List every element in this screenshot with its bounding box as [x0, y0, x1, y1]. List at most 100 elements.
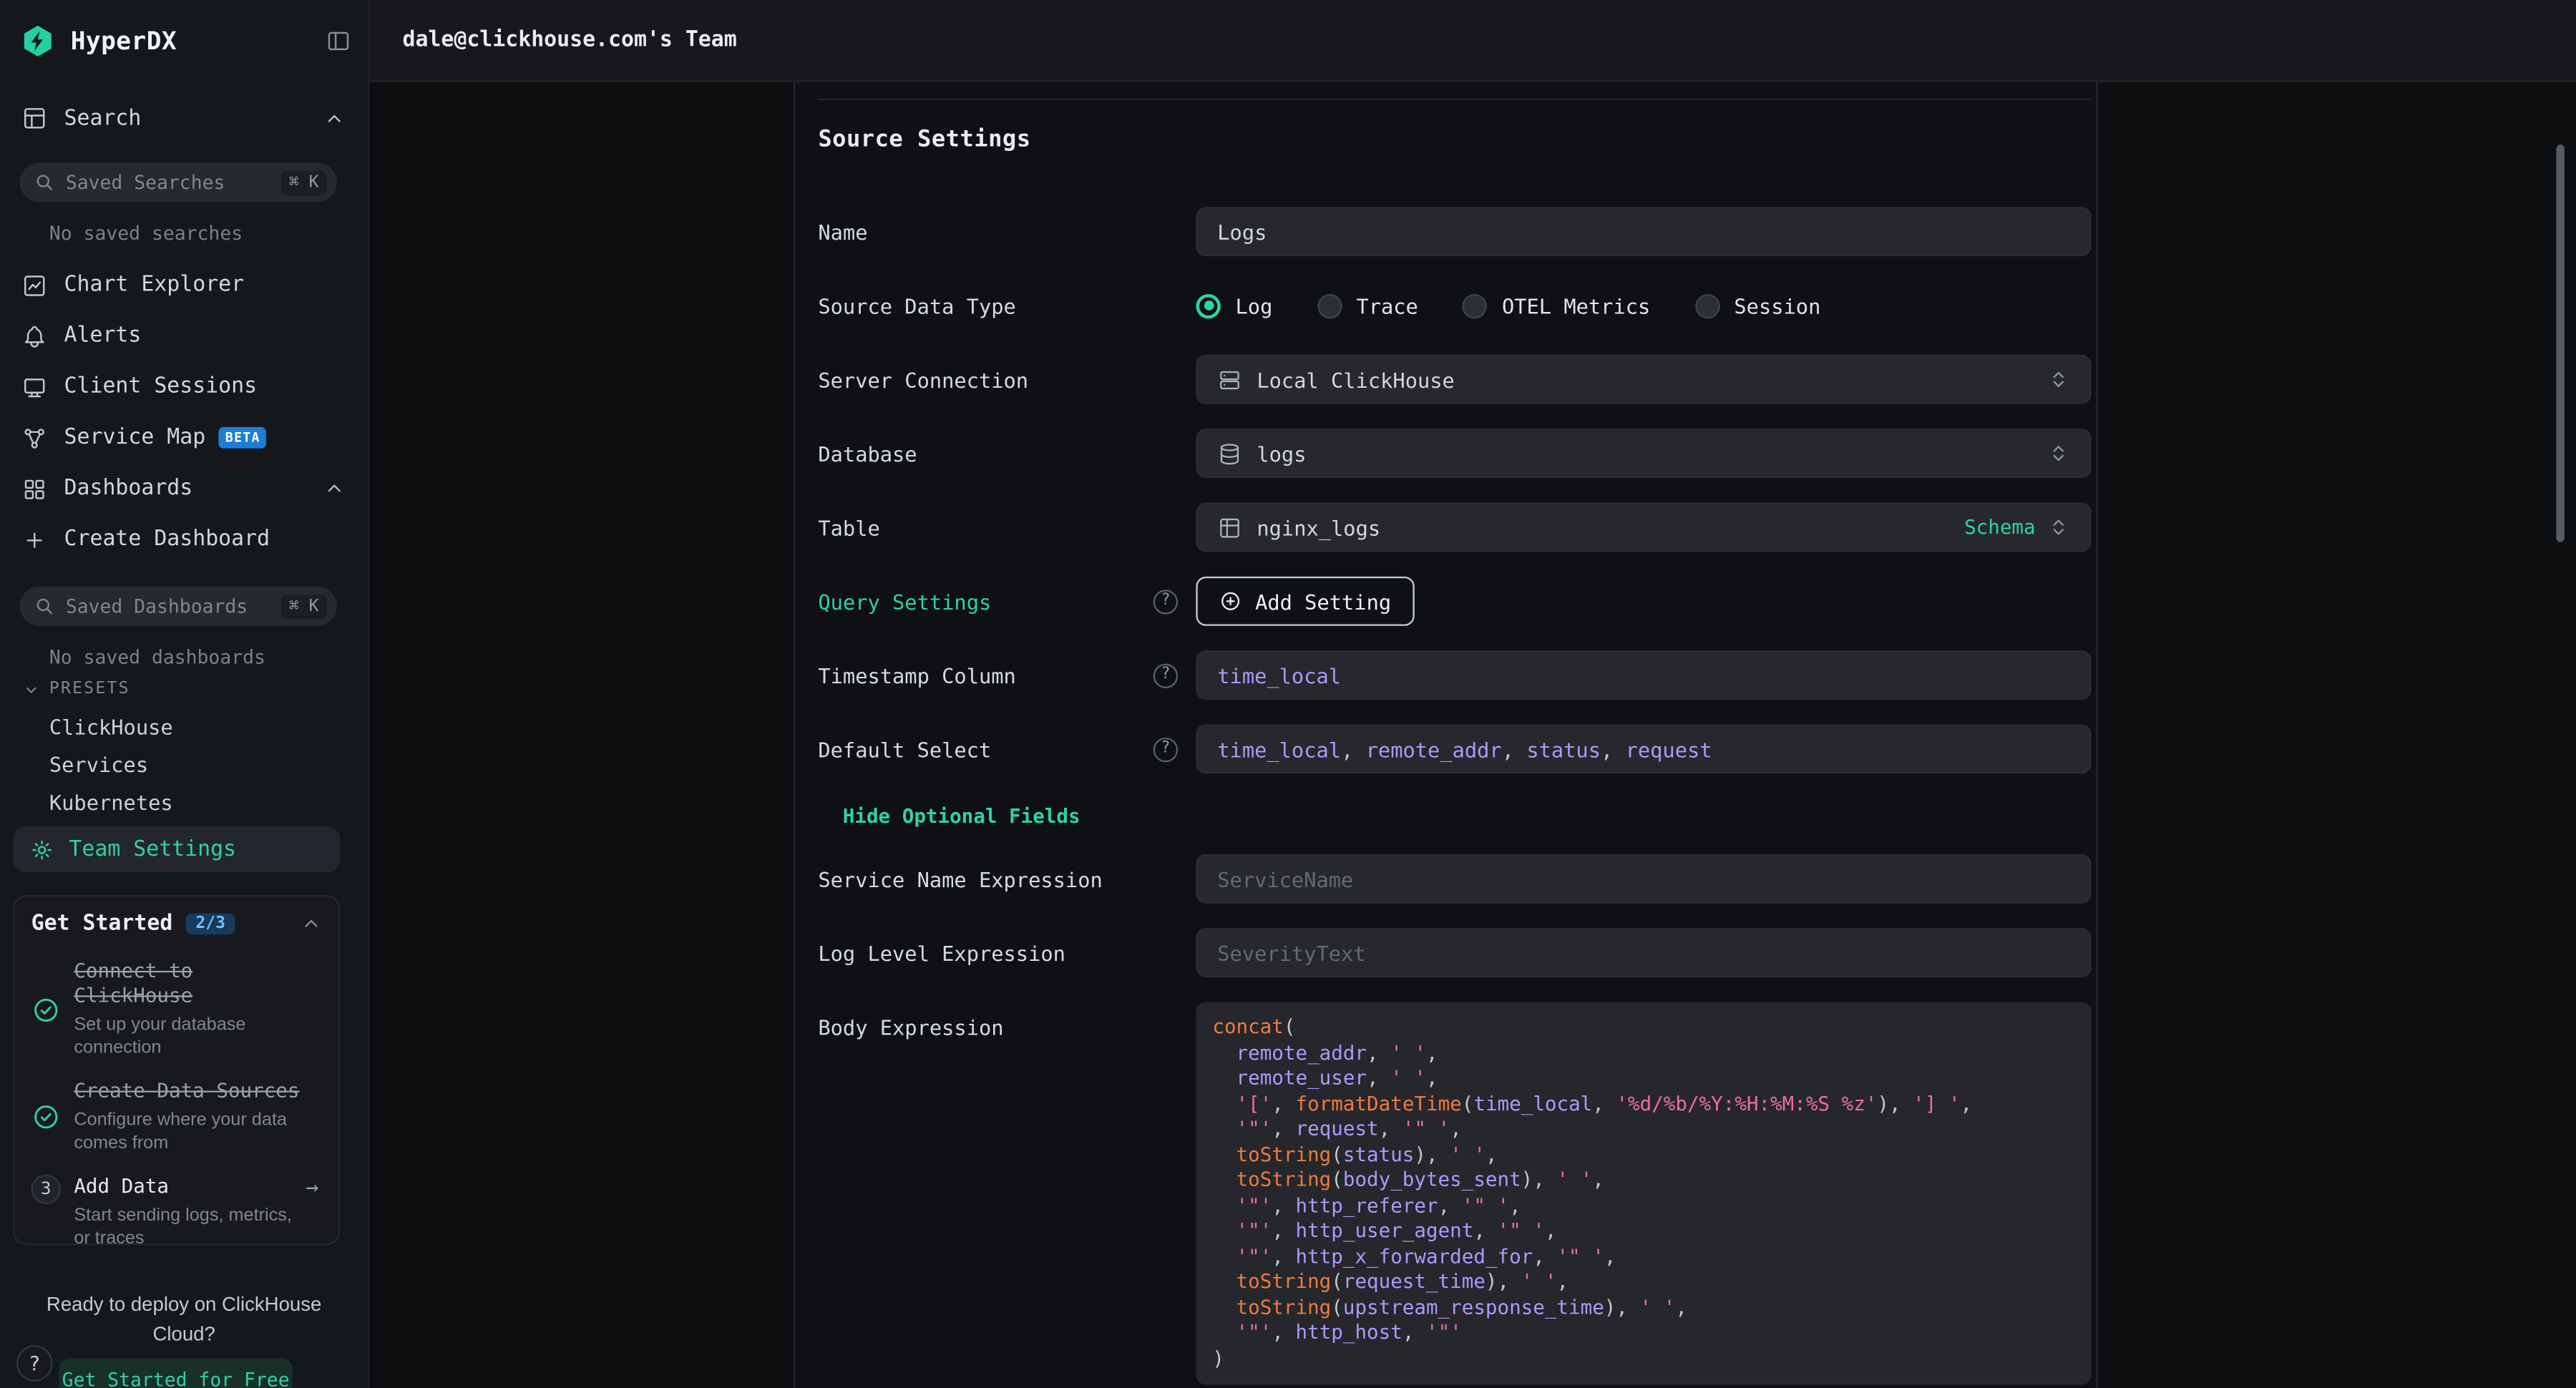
nav-label: Service Map — [64, 426, 206, 450]
team-settings-label: Team Settings — [69, 837, 236, 861]
topbar: dale@clickhouse.com's Team — [370, 0, 2576, 82]
sidebar: HyperDX Search Saved Searches ⌘ K No sav… — [0, 0, 370, 1388]
team-title: dale@clickhouse.com's Team — [402, 28, 736, 52]
presets-header[interactable]: PRESETS — [23, 680, 130, 698]
beta-badge: BETA — [219, 427, 267, 449]
sidebar-item-service-map[interactable]: Service Map BETA — [0, 412, 368, 463]
step-desc: Start sending logs, metrics, or traces — [74, 1204, 303, 1250]
radio-log[interactable]: Log — [1196, 293, 1272, 318]
step-number: 3 — [31, 1175, 61, 1204]
hide-optional-row: Hide Optional Fields — [843, 798, 2092, 830]
step-add-data[interactable]: 3 Add Data Start sending logs, metrics, … — [28, 1175, 326, 1251]
timestamp-column-row: Timestamp Column ? time_local — [818, 650, 2091, 700]
saved-searches-shortcut: ⌘ K — [280, 170, 326, 195]
step-body: Add Data Start sending logs, metrics, or… — [74, 1175, 322, 1251]
cloud-ready-text: Ready to deploy on ClickHouse Cloud? — [13, 1289, 355, 1349]
nav-label: Dashboards — [64, 476, 193, 501]
grid-icon — [20, 476, 48, 502]
vertical-scrollbar-thumb[interactable] — [2556, 145, 2564, 542]
saved-dashboards-shortcut: ⌘ K — [280, 594, 326, 618]
radio-otel-metrics[interactable]: OTEL Metrics — [1463, 293, 1650, 318]
radio-label: Log — [1236, 293, 1273, 318]
gear-icon — [29, 837, 54, 861]
search-section-label: Search — [64, 106, 142, 130]
source-data-type-label: Source Data Type — [818, 293, 1196, 318]
timestamp-column-text: Timestamp Column — [818, 663, 1015, 687]
help-icon[interactable]: ? — [1153, 737, 1178, 761]
sidebar-item-alerts[interactable]: Alerts — [0, 311, 368, 361]
no-saved-dashboards-text: No saved dashboards — [49, 645, 265, 668]
saved-searches-input[interactable]: Saved Searches ⌘ K — [20, 162, 337, 202]
radio-trace[interactable]: Trace — [1317, 293, 1418, 318]
database-row: Database logs — [818, 429, 2091, 478]
default-select-text: Default Select — [818, 737, 991, 761]
sidebar-item-chart-explorer[interactable]: Chart Explorer — [0, 260, 368, 311]
timestamp-column-input[interactable]: time_local — [1196, 650, 2091, 700]
source-settings-form: Name Logs Source Data Type Log — [818, 207, 2091, 1384]
nav-label: Create Dashboard — [64, 527, 270, 552]
hide-optional-fields-link[interactable]: Hide Optional Fields — [843, 805, 1080, 828]
main-content: Source Settings Name Logs Source Data Ty… — [370, 82, 2576, 1388]
radio-label: Trace — [1356, 293, 1418, 318]
saved-dashboards-input[interactable]: Saved Dashboards ⌘ K — [20, 587, 337, 626]
sidebar-nav: Chart Explorer Alerts Client Sessions Se… — [0, 260, 368, 565]
sidebar-collapse-icon[interactable] — [326, 28, 352, 54]
get-started-header[interactable]: Get Started 2/3 — [28, 912, 326, 936]
step-title: Add Data — [74, 1175, 322, 1199]
help-icon[interactable]: ? — [1153, 589, 1178, 613]
help-button[interactable]: ? — [16, 1345, 53, 1382]
no-saved-searches-text: No saved searches — [49, 222, 243, 245]
get-started-free-button[interactable]: Get Started for Free — [59, 1359, 293, 1388]
step-connect-clickhouse[interactable]: Connect to ClickHouse Set up your databa… — [28, 959, 326, 1060]
preset-item-clickhouse[interactable]: ClickHouse — [0, 708, 368, 746]
presets-list: ClickHouse Services Kubernetes — [0, 708, 368, 821]
radio-icon — [1317, 293, 1341, 318]
log-level-row: Log Level Expression SeverityText — [818, 928, 2091, 977]
search-section-icon — [20, 105, 48, 132]
table-row: Table nginx_logs Schema — [818, 503, 2091, 552]
chevron-updown-icon — [2047, 368, 2070, 391]
hyperdx-logo — [20, 23, 57, 59]
log-level-placeholder: SeverityText — [1217, 940, 1365, 964]
help-icon[interactable]: ? — [1153, 663, 1178, 687]
name-label: Name — [818, 220, 1196, 244]
table-label: Table — [818, 515, 1196, 539]
add-setting-button[interactable]: Add Setting — [1196, 577, 1414, 626]
sidebar-item-dashboards[interactable]: Dashboards — [0, 463, 368, 514]
body-expression-editor[interactable]: concat( remote_addr, ' ', remote_user, '… — [1196, 1002, 2091, 1384]
database-select[interactable]: logs — [1196, 429, 2091, 478]
add-setting-label: Add Setting — [1255, 589, 1391, 613]
preset-item-kubernetes[interactable]: Kubernetes — [0, 783, 368, 821]
chevron-updown-icon — [2047, 516, 2070, 539]
plus-icon — [20, 528, 48, 551]
saved-searches-placeholder: Saved Searches — [66, 171, 281, 194]
log-level-label: Log Level Expression — [818, 940, 1196, 964]
name-input[interactable]: Logs — [1196, 207, 2091, 256]
radio-session[interactable]: Session — [1694, 293, 1820, 318]
nav-label: Client Sessions — [64, 374, 258, 399]
sidebar-item-client-sessions[interactable]: Client Sessions — [0, 361, 368, 412]
table-select[interactable]: nginx_logs Schema — [1196, 503, 2091, 552]
server-connection-select[interactable]: Local ClickHouse — [1196, 355, 2091, 404]
bell-icon — [20, 323, 48, 349]
radio-label: Session — [1734, 293, 1820, 318]
sidebar-item-create-dashboard[interactable]: Create Dashboard — [0, 514, 368, 565]
schema-link[interactable]: Schema — [1964, 516, 2036, 539]
sidebar-item-team-settings[interactable]: Team Settings — [13, 826, 340, 872]
progress-badge: 2/3 — [186, 914, 235, 935]
database-label: Database — [818, 441, 1196, 465]
database-value: logs — [1257, 441, 1306, 465]
default-select-input[interactable]: time_local, remote_addr, status, request — [1196, 724, 2091, 773]
step-create-data-sources[interactable]: Create Data Sources Configure where your… — [28, 1079, 326, 1155]
query-settings-label: Query Settings ? — [818, 589, 1196, 613]
log-level-input[interactable]: SeverityText — [1196, 928, 2091, 977]
radio-label: OTEL Metrics — [1502, 293, 1650, 318]
preset-item-services[interactable]: Services — [0, 746, 368, 783]
query-settings-control: Add Setting — [1196, 577, 2091, 626]
service-name-input[interactable]: ServiceName — [1196, 854, 2091, 904]
sidebar-item-search[interactable]: Search — [0, 97, 368, 140]
step-body: Connect to ClickHouse Set up your databa… — [74, 959, 322, 1060]
section-heading: Source Settings — [818, 127, 2091, 153]
service-name-placeholder: ServiceName — [1217, 866, 1353, 891]
chevron-updown-icon — [2047, 442, 2070, 465]
